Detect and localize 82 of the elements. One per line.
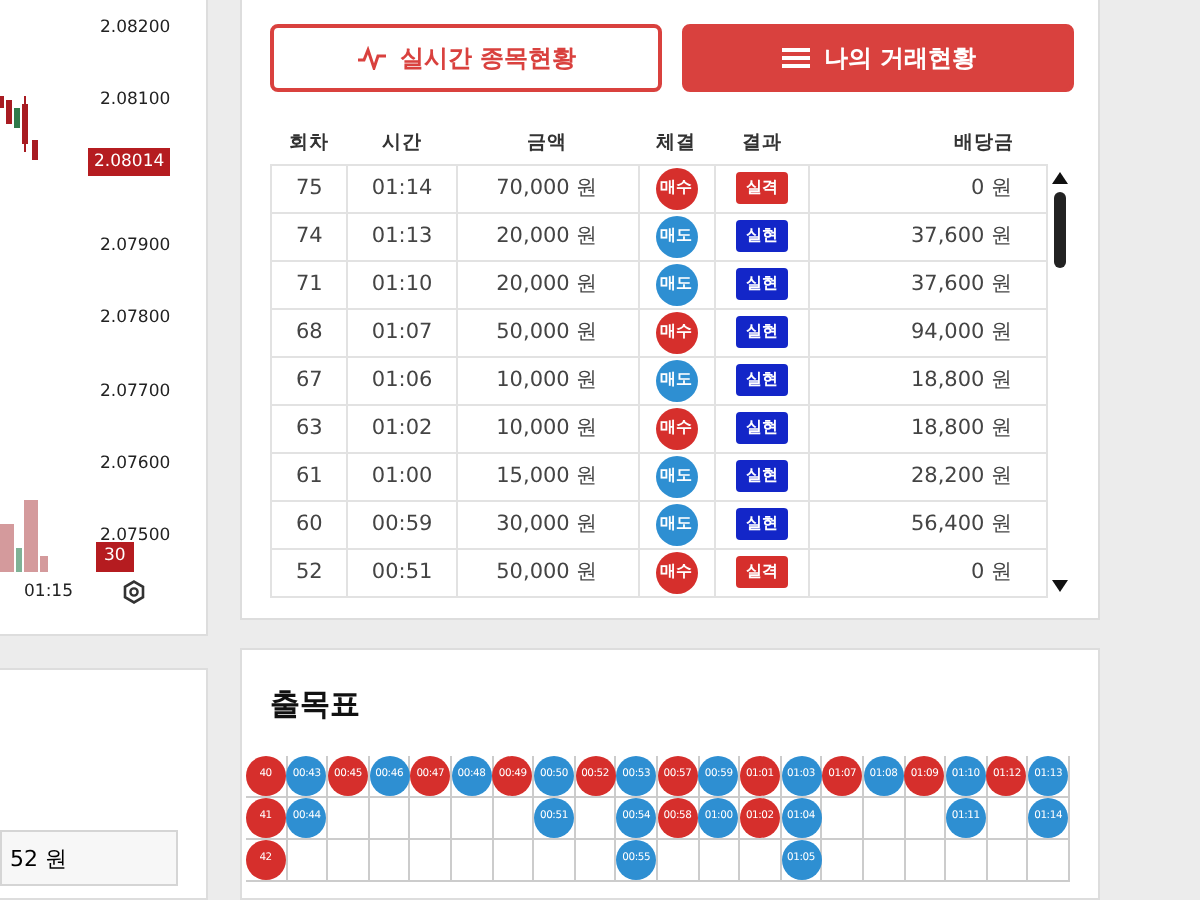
trade-side-badge: 매도	[655, 263, 698, 305]
price-axis-label: 2.07600	[100, 451, 171, 478]
current-price-tag: 2.08014	[88, 147, 171, 177]
scroll-down-icon[interactable]	[1052, 580, 1069, 592]
trade-side-badge: 매수	[655, 311, 698, 353]
column-header: 결과	[714, 124, 809, 164]
result-badge: 실격	[735, 556, 788, 588]
table-cell: 61	[271, 452, 348, 500]
table-cell: 01:02	[347, 404, 457, 452]
price-axis-label: 2.08200	[100, 16, 171, 42]
table-cell: 71	[271, 260, 348, 308]
trade-side-badge: 매도	[655, 455, 698, 497]
table-cell: 74	[271, 212, 348, 260]
scrollbar-thumb[interactable]	[1054, 192, 1067, 268]
trade-side-badge: 매수	[655, 407, 698, 449]
candlestick-drawing	[0, 96, 38, 160]
table-cell: 00:59	[347, 500, 457, 548]
table-cell: 01:10	[347, 260, 457, 308]
volume-bars-drawing	[0, 500, 52, 572]
price-axis-label: 2.07700	[100, 379, 171, 405]
trade-side-badge: 매도	[655, 215, 698, 257]
price-axis-label: 2.07900	[100, 233, 171, 260]
result-badge: 실현	[735, 460, 788, 492]
table-cell: 01:13	[347, 212, 457, 260]
settings-icon[interactable]	[122, 580, 146, 604]
price-axis-label: 2.08100	[100, 88, 171, 115]
column-header: 시간	[347, 124, 457, 164]
result-badge: 실현	[735, 364, 788, 396]
balance-field[interactable]: 52 원	[0, 830, 178, 886]
time-axis-label: 01:15	[24, 580, 73, 606]
table-cell: 63	[271, 404, 348, 452]
result-badge: 실현	[735, 508, 788, 540]
result-badge: 실격	[735, 172, 788, 204]
table-cell: 20,000 원	[456, 260, 639, 308]
table-cell: 01:07	[347, 308, 457, 356]
table-cell: 15,000 원	[456, 452, 639, 500]
table-cell: 01:14	[347, 164, 457, 212]
table-cell: 37,600 원	[808, 212, 1047, 260]
volume-tag: 30	[96, 542, 134, 572]
table-cell: 01:06	[347, 356, 457, 404]
trade-side-badge: 매도	[655, 359, 698, 401]
table-cell: 68	[271, 308, 348, 356]
table-cell: 70,000 원	[456, 164, 639, 212]
trade-side-badge: 매수	[655, 551, 698, 593]
table-cell: 28,200 원	[808, 452, 1047, 500]
table-cell: 56,400 원	[808, 500, 1047, 548]
table-cell: 10,000 원	[456, 404, 639, 452]
tab[interactable]: 나의 거래현황	[682, 24, 1074, 92]
table-cell: 67	[271, 356, 348, 404]
table-cell: 30,000 원	[456, 500, 639, 548]
column-header: 회차	[271, 124, 348, 164]
result-badge: 실현	[735, 268, 788, 300]
price-axis-label: 2.07800	[100, 306, 171, 332]
result-badge: 실현	[735, 316, 788, 348]
column-header: 금액	[456, 124, 639, 164]
table-cell: 75	[271, 164, 348, 212]
trade-side-badge: 매도	[655, 503, 698, 545]
price-axis-label: 2.07500	[100, 524, 171, 547]
table-cell: 50,000 원	[456, 308, 639, 356]
table-cell: 0 원	[808, 164, 1047, 212]
bead-board-title: 출목표	[270, 684, 362, 726]
tab[interactable]: 실시간 종목현황	[270, 24, 662, 92]
table-cell: 20,000 원	[456, 212, 639, 260]
result-badge: 실현	[735, 220, 788, 252]
table-cell: 00:51	[347, 548, 457, 596]
table-cell: 10,000 원	[456, 356, 639, 404]
column-header: 체결	[638, 124, 715, 164]
result-badge: 실현	[735, 412, 788, 444]
table-cell: 94,000 원	[808, 308, 1047, 356]
table-cell: 0 원	[808, 548, 1047, 596]
table-cell: 60	[271, 500, 348, 548]
list-icon	[779, 46, 812, 70]
table-cell: 37,600 원	[808, 260, 1047, 308]
column-header: 배당금	[808, 124, 1047, 164]
table-cell: 50,000 원	[456, 548, 639, 596]
trade-side-badge: 매수	[655, 167, 698, 209]
table-cell: 01:00	[347, 452, 457, 500]
wave-icon	[355, 46, 388, 70]
scroll-up-icon[interactable]	[1052, 172, 1069, 184]
table-cell: 18,800 원	[808, 356, 1047, 404]
table-cell: 52	[271, 548, 348, 596]
table-cell: 18,800 원	[808, 404, 1047, 452]
